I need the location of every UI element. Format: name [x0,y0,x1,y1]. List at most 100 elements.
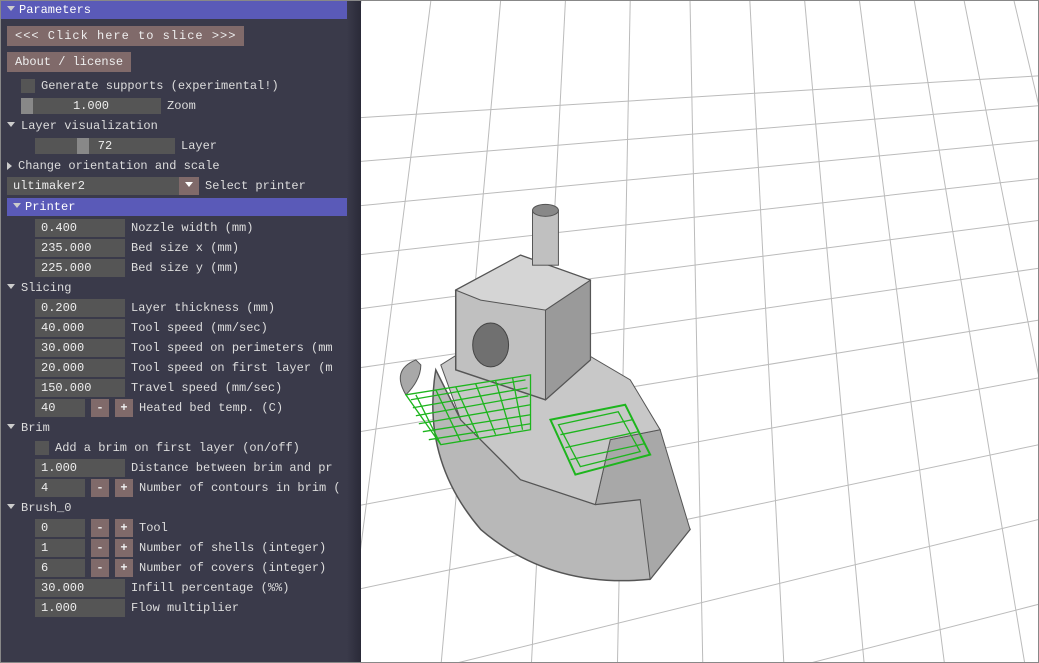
dropdown-arrow-icon [179,177,199,195]
brush-tool-input[interactable] [35,519,85,537]
nozzle-label: Nozzle width (mm) [131,221,253,235]
brush-covers-input[interactable] [35,559,85,577]
chevron-down-icon [7,424,15,433]
about-button[interactable]: About / license [7,52,131,72]
3d-viewport[interactable] [361,1,1038,662]
panel-body: <<< Click here to slice >>> About / lice… [1,19,361,623]
zoom-row: 1.000 Zoom [7,97,355,115]
travel-label: Travel speed (mm/sec) [131,381,282,395]
brush-title: Brush_0 [21,501,71,515]
layer-label: Layer [181,139,217,153]
brim-dist-input[interactable] [35,459,125,477]
bedx-row: Bed size x (mm) [7,239,355,257]
brush-shells-plus[interactable]: + [115,539,133,557]
travel-row: Travel speed (mm/sec) [7,379,355,397]
chevron-down-icon [7,122,15,131]
chevron-right-icon [7,162,12,170]
travel-input[interactable] [35,379,125,397]
chevron-down-icon [7,504,15,513]
bedtemp-minus[interactable]: - [91,399,109,417]
collapse-icon [7,6,15,15]
generate-supports-checkbox[interactable] [21,79,35,93]
brim-contours-minus[interactable]: - [91,479,109,497]
brim-add-checkbox[interactable] [35,441,49,455]
brim-add-label: Add a brim on first layer (on/off) [55,441,300,455]
panel-header[interactable]: Parameters [1,1,361,19]
layer-vis-header[interactable]: Layer visualization [7,117,355,135]
layer-slider[interactable]: 72 [35,138,175,154]
layer-value: 72 [98,139,112,153]
thickness-row: Layer thickness (mm) [7,299,355,317]
brim-header[interactable]: Brim [7,419,355,437]
zoom-value: 1.000 [73,99,109,113]
printer-dropdown[interactable]: ultimaker2 [7,177,199,195]
toolspeed-label: Tool speed (mm/sec) [131,321,268,335]
zoom-label: Zoom [167,99,196,113]
brush-shells-row: - + Number of shells (integer) [7,539,355,557]
generate-supports-label: Generate supports (experimental!) [41,79,279,93]
3d-scene [361,1,1038,662]
brim-title: Brim [21,421,50,435]
firstlayer-input[interactable] [35,359,125,377]
change-orientation-header[interactable]: Change orientation and scale [7,157,355,175]
bedtemp-plus[interactable]: + [115,399,133,417]
chevron-down-icon [13,203,21,212]
brim-add-row: Add a brim on first layer (on/off) [7,439,355,457]
panel-title: Parameters [19,3,91,17]
bedy-label: Bed size y (mm) [131,261,239,275]
slice-button[interactable]: <<< Click here to slice >>> [7,26,244,46]
layer-row: 72 Layer [7,137,355,155]
brim-contours-label: Number of contours in brim ( [139,481,341,495]
bedx-input[interactable] [35,239,125,257]
brush-flow-input[interactable] [35,599,125,617]
brush-tool-label: Tool [139,521,168,535]
bedtemp-label: Heated bed temp. (C) [139,401,283,415]
bedtemp-row: - + Heated bed temp. (C) [7,399,355,417]
panel-resize-edge[interactable] [347,1,361,662]
brush-shells-input[interactable] [35,539,85,557]
thickness-input[interactable] [35,299,125,317]
printer-section-title: Printer [25,200,75,214]
app-window: Parameters <<< Click here to slice >>> A… [0,0,1039,663]
perim-label: Tool speed on perimeters (mm [131,341,333,355]
brush-covers-minus[interactable]: - [91,559,109,577]
brim-contours-row: - + Number of contours in brim ( [7,479,355,497]
bedy-input[interactable] [35,259,125,277]
brush-flow-row: Flow multiplier [7,599,355,617]
generate-supports-row: Generate supports (experimental!) [7,77,355,95]
parameters-panel: Parameters <<< Click here to slice >>> A… [1,1,361,662]
perim-input[interactable] [35,339,125,357]
brush-header[interactable]: Brush_0 [7,499,355,517]
brush-covers-row: - + Number of covers (integer) [7,559,355,577]
brim-contours-input[interactable] [35,479,85,497]
model-benchy [400,204,690,580]
chevron-down-icon [7,284,15,293]
firstlayer-row: Tool speed on first layer (m [7,359,355,377]
slicing-header[interactable]: Slicing [7,279,355,297]
bedx-label: Bed size x (mm) [131,241,239,255]
brush-infill-input[interactable] [35,579,125,597]
brush-covers-plus[interactable]: + [115,559,133,577]
bedtemp-input[interactable] [35,399,85,417]
brim-dist-label: Distance between brim and pr [131,461,333,475]
nozzle-input[interactable] [35,219,125,237]
firstlayer-label: Tool speed on first layer (m [131,361,333,375]
brush-tool-minus[interactable]: - [91,519,109,537]
layer-vis-title: Layer visualization [21,119,158,133]
bedy-row: Bed size y (mm) [7,259,355,277]
brush-shells-label: Number of shells (integer) [139,541,326,555]
zoom-slider[interactable]: 1.000 [21,98,161,114]
brush-shells-minus[interactable]: - [91,539,109,557]
toolspeed-input[interactable] [35,319,125,337]
brush-infill-row: Infill percentage (%%) [7,579,355,597]
brush-tool-plus[interactable]: + [115,519,133,537]
toolspeed-row: Tool speed (mm/sec) [7,319,355,337]
printer-select-label: Select printer [205,179,306,193]
perim-row: Tool speed on perimeters (mm [7,339,355,357]
nozzle-row: Nozzle width (mm) [7,219,355,237]
slicing-title: Slicing [21,281,71,295]
printer-dropdown-value: ultimaker2 [7,179,179,193]
brim-contours-plus[interactable]: + [115,479,133,497]
brush-flow-label: Flow multiplier [131,601,239,615]
printer-section-header[interactable]: Printer [7,198,355,216]
